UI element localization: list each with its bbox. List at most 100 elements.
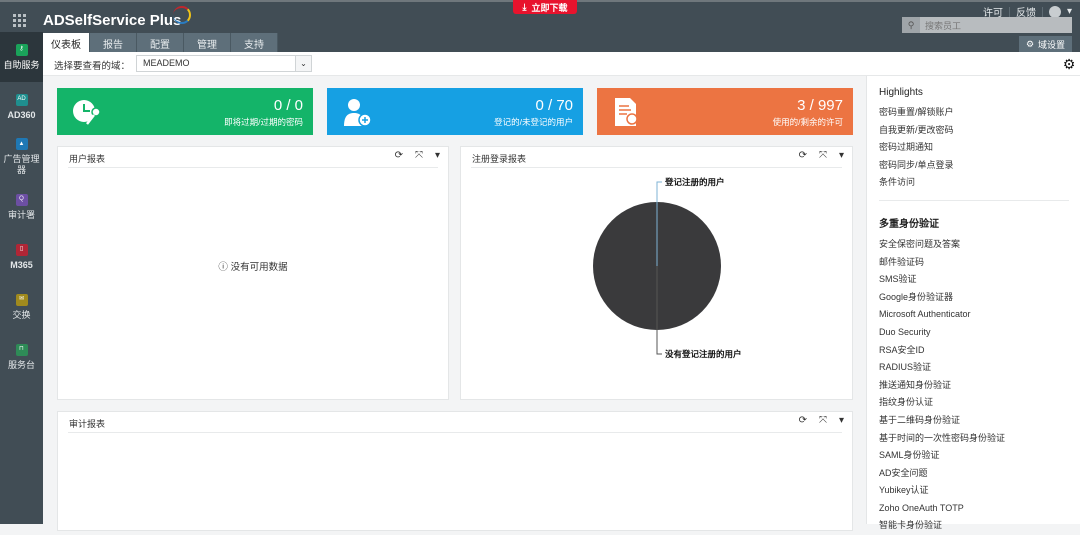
- chevron-down-icon[interactable]: ⌄: [295, 56, 311, 71]
- employee-search[interactable]: ⚲ 搜索员工: [902, 17, 1072, 33]
- sidebar-item-label: M365: [10, 259, 33, 270]
- mfa-link[interactable]: AD安全问题: [879, 465, 1080, 483]
- audit-icon: Q: [15, 193, 28, 206]
- main-tabs: 仪表板 报告 配置 管理 支持: [43, 33, 278, 54]
- expand-icon[interactable]: ⤧: [415, 150, 423, 161]
- download-label: 立即下载: [531, 2, 568, 13]
- mfa-link[interactable]: 指纹身份认证: [879, 394, 1080, 412]
- mfa-link[interactable]: RADIUS验证: [879, 359, 1080, 377]
- domain-settings-button[interactable]: ⚙ 域设置: [1019, 36, 1072, 52]
- card-label: 使用的/剩余的许可: [772, 117, 843, 127]
- enrolled-users-card[interactable]: 0 / 70 登记的/未登记的用户: [327, 88, 583, 135]
- search-icon: ⚲: [902, 17, 920, 33]
- mfa-link[interactable]: 基于二维码身份验证: [879, 412, 1080, 430]
- highlights-link[interactable]: 密码重置/解锁账户: [879, 104, 1080, 122]
- card-value: 3 / 997: [797, 97, 843, 114]
- card-label: 登记的/未登记的用户: [494, 117, 573, 127]
- dashboard-settings-gear-icon[interactable]: ⚙: [1058, 52, 1080, 76]
- certificate-icon: [615, 98, 638, 126]
- sidebar-item-label: 服务台: [7, 359, 35, 370]
- domain-label: 选择要查看的域：: [54, 61, 131, 72]
- domain-settings-label: 域设置: [1038, 39, 1066, 50]
- panel-title: 注册登录报表: [472, 154, 527, 164]
- highlights-link[interactable]: 密码过期通知: [879, 139, 1080, 157]
- no-data-message: 没有可用数据: [230, 262, 288, 273]
- app-title: ADSelfService Plus: [43, 12, 182, 29]
- mfa-link[interactable]: RSA安全ID: [879, 342, 1080, 360]
- ad360-icon: AD: [15, 93, 28, 106]
- password-expiry-card[interactable]: 0 / 0 即将过期/过期的密码: [57, 88, 313, 135]
- admanager-icon: ▲: [15, 138, 28, 150]
- refresh-icon[interactable]: ⟳: [799, 415, 807, 426]
- user-report-panel: 用户报表 ⟳ ⤧ ▾ ⓘ 没有可用数据: [57, 146, 449, 400]
- sidebar-item-exchange[interactable]: ✉ 交换: [0, 282, 43, 332]
- sidebar-item-admanager[interactable]: ▲ 广告管理器: [0, 132, 43, 182]
- highlights-link[interactable]: 条件访问: [879, 174, 1080, 192]
- download-icon: ⤓: [522, 1, 527, 12]
- mfa-link[interactable]: 基于时间的一次性密码身份验证: [879, 430, 1080, 448]
- dropdown-icon[interactable]: ▾: [435, 150, 440, 161]
- panel-title: 审计报表: [69, 419, 106, 429]
- sidebar-item-m365[interactable]: ▯ M365: [0, 232, 43, 282]
- download-now-button[interactable]: ⤓ 立即下载: [513, 0, 577, 14]
- mfa-link[interactable]: Zoho OneAuth TOTP: [879, 500, 1080, 518]
- sidebar-item-self-service[interactable]: ⚷ 自助服务: [0, 32, 43, 82]
- refresh-icon[interactable]: ⟳: [799, 150, 807, 161]
- user-avatar-icon[interactable]: [1048, 5, 1061, 18]
- domain-value: MEADEMO: [143, 58, 190, 68]
- sidebar-item-ad360[interactable]: AD AD360: [0, 82, 43, 132]
- office-icon: ▯: [15, 243, 28, 256]
- gear-icon: ⚙: [1025, 38, 1035, 49]
- sidebar-item-label: AD360: [7, 109, 36, 120]
- mfa-link[interactable]: 安全保密问题及答案: [879, 236, 1080, 254]
- dropdown-icon[interactable]: ▾: [839, 415, 844, 426]
- mfa-link[interactable]: 推送通知身份验证: [879, 377, 1080, 395]
- sidebar-item-audit[interactable]: Q 审计署: [0, 182, 43, 232]
- mfa-link[interactable]: 智能卡身份验证: [879, 517, 1080, 535]
- expand-icon[interactable]: ⤧: [819, 150, 827, 161]
- pie-data-label: 登记注册的用户: [664, 177, 725, 187]
- card-label: 即将过期/过期的密码: [224, 117, 303, 127]
- dropdown-icon[interactable]: ▾: [839, 150, 844, 161]
- highlights-panel: Highlights 密码重置/解锁账户 自我更新/更改密码 密码过期通知 密码同步/…: [866, 76, 1080, 530]
- mfa-title: 多重身份验证: [879, 218, 939, 230]
- mfa-link[interactable]: Microsoft Authenticator: [879, 306, 1080, 324]
- app-grid-icon[interactable]: [13, 14, 27, 28]
- mfa-link[interactable]: Yubikey认证: [879, 482, 1080, 500]
- mfa-link[interactable]: 邮件验证码: [879, 254, 1080, 272]
- domain-bar: 选择要查看的域： MEADEMO ⌄ ⚙: [43, 52, 1080, 76]
- tab-reports[interactable]: 报告: [90, 33, 137, 54]
- sidebar-item-label: 自助服务: [3, 59, 40, 70]
- mfa-link[interactable]: Google身份验证器: [879, 289, 1080, 307]
- highlights-link[interactable]: 自我更新/更改密码: [879, 122, 1080, 140]
- clock-key-icon: [73, 100, 101, 125]
- enrollment-pie-chart: 登记注册的用户没有登记注册的用户: [593, 177, 742, 359]
- tab-admin[interactable]: 管理: [184, 33, 231, 54]
- info-icon: ⓘ: [218, 262, 228, 273]
- user-add-icon: [344, 99, 372, 127]
- tab-support[interactable]: 支持: [231, 33, 278, 54]
- pie-data-label: 没有登记注册的用户: [665, 349, 742, 359]
- sidebar-item-label: 审计署: [7, 209, 35, 220]
- mfa-link[interactable]: SAML身份验证: [879, 447, 1080, 465]
- tab-configuration[interactable]: 配置: [137, 33, 184, 54]
- audit-report-panel: 审计报表 ⟳ ⤧ ▾: [57, 411, 853, 531]
- card-value: 0 / 70: [535, 97, 573, 114]
- card-value: 0 / 0: [273, 97, 303, 114]
- mail-icon: ✉: [15, 293, 28, 306]
- chevron-down-icon[interactable]: ▾: [1067, 6, 1072, 17]
- domain-select[interactable]: MEADEMO ⌄: [136, 55, 312, 72]
- app-logo[interactable]: ADSelfService Plus: [43, 6, 192, 29]
- license-card[interactable]: 3 / 997 使用的/剩余的许可: [597, 88, 853, 135]
- expand-icon[interactable]: ⤧: [819, 415, 827, 426]
- servicedesk-icon: ⊓: [15, 343, 28, 356]
- mfa-link[interactable]: Duo Security: [879, 324, 1080, 342]
- highlights-link[interactable]: 密码同步/单点登录: [879, 157, 1080, 175]
- key-icon: ⚷: [15, 43, 28, 56]
- search-input[interactable]: 搜索员工: [925, 19, 961, 32]
- tab-dashboard[interactable]: 仪表板: [43, 33, 90, 54]
- sidebar-item-servicedesk[interactable]: ⊓ 服务台: [0, 332, 43, 382]
- mfa-link[interactable]: SMS验证: [879, 271, 1080, 289]
- enrollment-report-panel: 注册登录报表 ⟳ ⤧ ▾ 登记注册的用户没有登记注册的用户: [460, 146, 853, 400]
- refresh-icon[interactable]: ⟳: [395, 150, 403, 161]
